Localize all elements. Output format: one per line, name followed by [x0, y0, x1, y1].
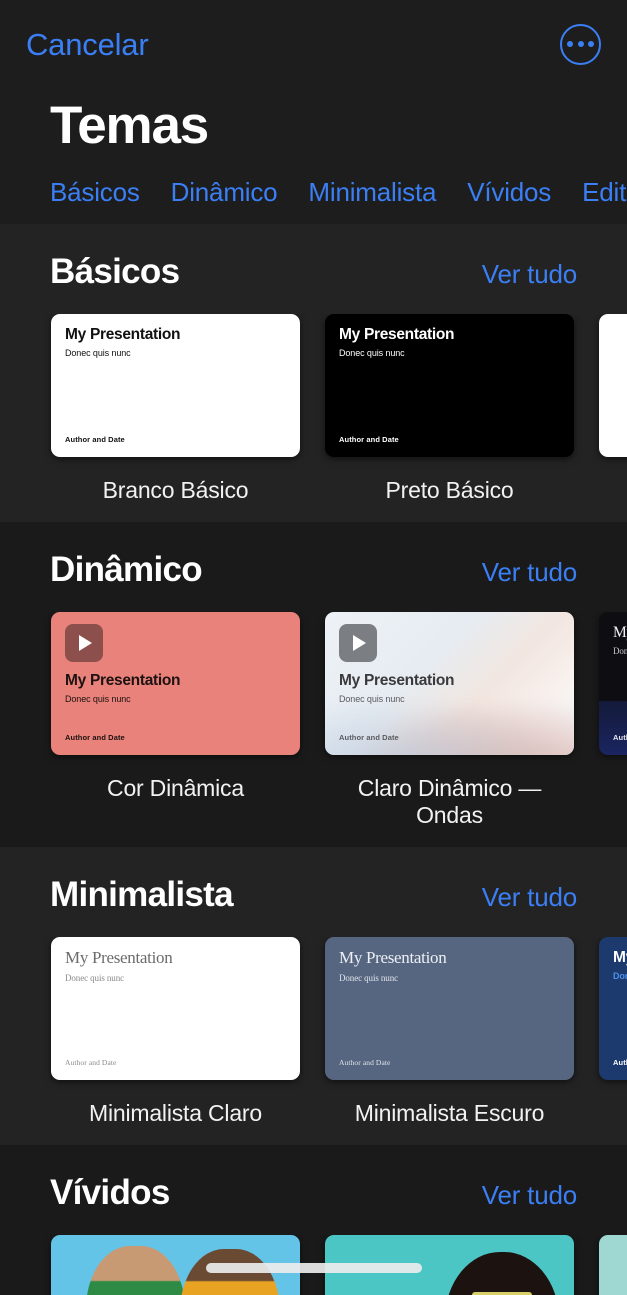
cancel-button[interactable]: Cancelar [26, 29, 149, 60]
theme-card-claro-dinamico-ondas[interactable]: My Presentation Donec quis nunc Author a… [325, 611, 574, 829]
slide-subtitle: Donec quis nunc [339, 972, 398, 983]
slide-preview: My Presentation Donec quis nunc Author a… [51, 314, 300, 457]
section-header: Vívidos Ver tudo [0, 1145, 627, 1235]
slide-subtitle: Donec quis nunc [613, 645, 627, 656]
more-circle-icon[interactable] [560, 23, 601, 65]
theme-thumbnail[interactable]: My Presentation Donec quis nunc Author a… [325, 611, 574, 755]
slide-preview: My Presentation Donec quis nunc Author a… [51, 937, 300, 1080]
slide-title: My Presentation [613, 623, 627, 641]
theme-card-minimalista-escuro[interactable]: My Presentation Donec quis nunc Author a… [325, 936, 574, 1127]
section-basicos: Básicos Ver tudo My Presentation Donec q… [0, 223, 627, 522]
theme-card-preto-basico[interactable]: My Presentation Donec quis nunc Author a… [325, 313, 574, 504]
slide-author: Author and Date [339, 434, 399, 444]
theme-name-label: Minimalista Claro [89, 1099, 262, 1126]
theme-card-partial[interactable]: My Presentation Donec quis nunc Author a… [599, 611, 627, 829]
theme-name-label: Preto Básico [385, 476, 514, 503]
theme-card-branco-basico[interactable]: My Presentation Donec quis nunc Author a… [51, 313, 300, 504]
see-all-button-dinamico[interactable]: Ver tudo [482, 557, 577, 588]
tab-basicos[interactable]: Básicos [50, 177, 140, 208]
category-tab-strip[interactable]: Básicos Dinâmico Minimalista Vívidos Edi… [0, 156, 627, 224]
theme-thumbnail[interactable]: My Presentation Donec quis nunc Author a… [599, 611, 627, 755]
play-icon [65, 623, 103, 662]
more-dot-2 [577, 41, 584, 47]
tab-editorial[interactable]: Editoria [582, 177, 627, 208]
theme-thumbnail[interactable]: My Presentation Donec quis nunc Author a… [51, 313, 300, 457]
section-title: Vívidos [50, 1172, 170, 1212]
slide-preview: My Presentation Donec quis nunc Author a… [325, 937, 574, 1080]
theme-name-label: Cor Dinâmica [107, 774, 244, 801]
section-header: Minimalista Ver tudo [0, 847, 627, 937]
slide-preview: My Presentation Donec quis nunc Author a… [599, 612, 627, 755]
theme-card-partial[interactable]: My Presentation Donec quis nunc Author a… [599, 936, 627, 1127]
section-title: Básicos [50, 251, 180, 291]
slide-title: My Presentation [65, 671, 181, 689]
tab-minimalista[interactable]: Minimalista [308, 177, 436, 208]
section-header: Dinâmico Ver tudo [0, 522, 627, 612]
play-icon [339, 623, 377, 662]
theme-name-label: Minimalista Escuro [354, 1099, 545, 1126]
theme-name-label: Claro Dinâmico — Ondas [357, 774, 542, 828]
slide-author: Author and Date [613, 732, 627, 742]
slide-subtitle: Donec quis nunc [339, 693, 405, 704]
slide-author: Author and Date [65, 1057, 117, 1067]
slide-title: My Presentation [65, 325, 181, 343]
see-all-button-minimalista[interactable]: Ver tudo [482, 882, 577, 913]
theme-row-minimalista[interactable]: My Presentation Donec quis nunc Author a… [0, 936, 627, 1127]
page-title: Temas [0, 88, 627, 157]
slide-preview: My Presentation Donec quis nunc Author a… [599, 937, 627, 1080]
slide-preview: My Presentation Donec quis nunc Author a… [325, 612, 574, 755]
theme-row-dinamico[interactable]: My Presentation Donec quis nunc Author a… [0, 611, 627, 829]
slide-author: Author and Date [613, 1057, 627, 1067]
theme-thumbnail[interactable]: My Presentation Donec quis nunc Author a… [51, 611, 300, 755]
see-all-button-vividos[interactable]: Ver tudo [482, 1180, 577, 1211]
theme-thumbnail[interactable]: My Presentation Donec quis nunc Author a… [325, 936, 574, 1080]
slide-subtitle: Donec quis nunc [65, 972, 124, 983]
theme-thumbnail[interactable]: My Presentation Donec quis nunc Author a… [51, 936, 300, 1080]
slide-author: Author and Date [339, 1057, 391, 1067]
slide-subtitle: Donec quis nunc [613, 970, 627, 981]
slide-subtitle: Donec quis nunc [339, 347, 405, 358]
theme-row-basicos[interactable]: My Presentation Donec quis nunc Author a… [0, 313, 627, 504]
more-dot-3 [588, 41, 594, 47]
tab-vividos[interactable]: Vívidos [467, 177, 551, 208]
slide-author: Author and Date [65, 434, 125, 444]
section-dinamico: Dinâmico Ver tudo My Presentation Donec … [0, 521, 627, 847]
theme-card-partial[interactable] [599, 313, 627, 504]
tab-dinamico[interactable]: Dinâmico [171, 177, 278, 208]
slide-title: My Presentation [339, 325, 455, 343]
slide-author: Author and Date [339, 732, 399, 742]
slide-subtitle: Donec quis nunc [65, 693, 131, 704]
slide-subtitle: Donec quis nunc [65, 347, 131, 358]
slide-title: My Presentation [339, 671, 455, 689]
theme-card-vivido-3[interactable] [599, 1234, 627, 1295]
section-header: Básicos Ver tudo [0, 224, 627, 314]
theme-thumbnail[interactable] [599, 313, 627, 457]
slide-title: My Presentation [65, 947, 173, 967]
theme-name-label: Branco Básico [102, 476, 249, 503]
theme-picker-screen: Cancelar Temas Básicos Dinâmico Minimali… [0, 0, 627, 1295]
theme-thumbnail[interactable]: My Presentation Donec quis nunc Author a… [325, 313, 574, 457]
section-title: Minimalista [50, 874, 234, 914]
slide-author: Author and Date [65, 732, 125, 742]
theme-thumbnail[interactable]: My Presentation Donec quis nunc Author a… [599, 936, 627, 1080]
slide-title: My Presentation [339, 947, 447, 967]
see-all-button-basicos[interactable]: Ver tudo [482, 259, 577, 290]
theme-thumbnail[interactable] [599, 1234, 627, 1295]
more-dot-1 [567, 41, 573, 47]
navigation-bar: Cancelar [0, 0, 627, 88]
section-minimalista: Minimalista Ver tudo My Presentation Don… [0, 846, 627, 1145]
slide-preview: My Presentation Donec quis nunc Author a… [51, 612, 300, 755]
home-indicator[interactable] [205, 1263, 422, 1273]
slide-title: My Presentation [613, 948, 627, 966]
theme-card-minimalista-claro[interactable]: My Presentation Donec quis nunc Author a… [51, 936, 300, 1127]
slide-preview: My Presentation Donec quis nunc Author a… [325, 314, 574, 457]
section-title: Dinâmico [50, 549, 203, 589]
theme-card-cor-dinamica[interactable]: My Presentation Donec quis nunc Author a… [51, 611, 300, 829]
